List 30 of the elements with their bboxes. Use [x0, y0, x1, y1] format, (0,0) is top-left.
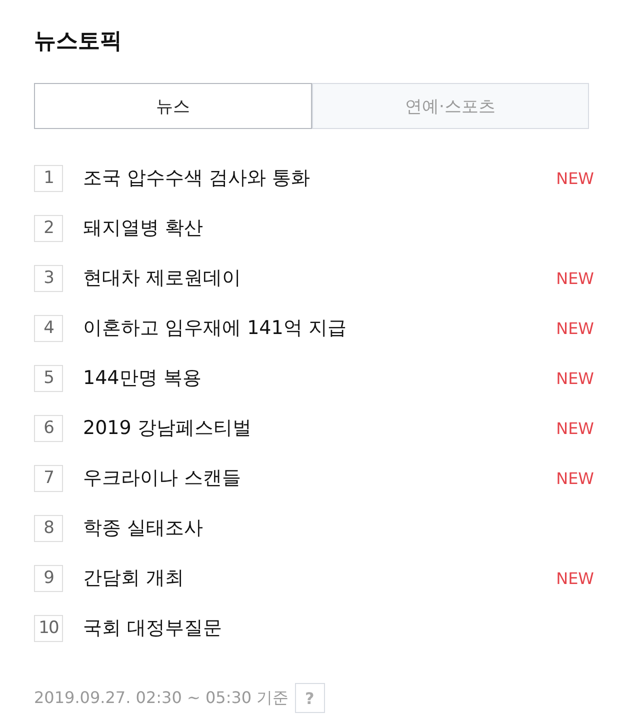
topic-link[interactable]: 간담회 개최	[83, 565, 556, 591]
new-label: NEW	[556, 568, 594, 588]
rank-number: 9	[34, 564, 63, 592]
new-label: NEW	[556, 318, 594, 338]
rank-number: 2	[34, 214, 63, 242]
rank-number: 4	[34, 314, 63, 342]
rank-number: 3	[34, 264, 63, 292]
new-label: NEW	[556, 468, 594, 488]
topic-link[interactable]: 우크라이나 스캔들	[83, 465, 556, 491]
topic-link[interactable]: 144만명 복용	[83, 365, 556, 391]
rank-number: 7	[34, 464, 63, 492]
rank-number: 8	[34, 514, 63, 542]
topic-link[interactable]: 현대차 제로원데이	[83, 265, 556, 291]
new-label: NEW	[556, 168, 594, 188]
rank-number: 6	[34, 414, 63, 442]
rank-number: 1	[34, 164, 63, 192]
topic-link[interactable]: 학종 실태조사	[83, 515, 594, 541]
timestamp-text: 2019.09.27. 02:30 ~ 05:30 기준	[34, 688, 289, 708]
new-label: NEW	[556, 368, 594, 388]
topic-link[interactable]: 돼지열병 확산	[83, 215, 594, 241]
topic-link[interactable]: 2019 강남페스티벌	[83, 415, 556, 441]
topic-link[interactable]: 국회 대정부질문	[83, 615, 594, 641]
topic-link[interactable]: 조국 압수수색 검사와 통화	[83, 165, 556, 191]
new-label: NEW	[556, 268, 594, 288]
tab[interactable]: 뉴스	[34, 83, 312, 129]
new-label: NEW	[556, 418, 594, 438]
rank-number: 5	[34, 364, 63, 392]
section-title: 뉴스토픽	[34, 28, 123, 56]
topic-link[interactable]: 이혼하고 임우재에 141억 지급	[83, 315, 556, 341]
rank-number: 10	[34, 614, 63, 642]
